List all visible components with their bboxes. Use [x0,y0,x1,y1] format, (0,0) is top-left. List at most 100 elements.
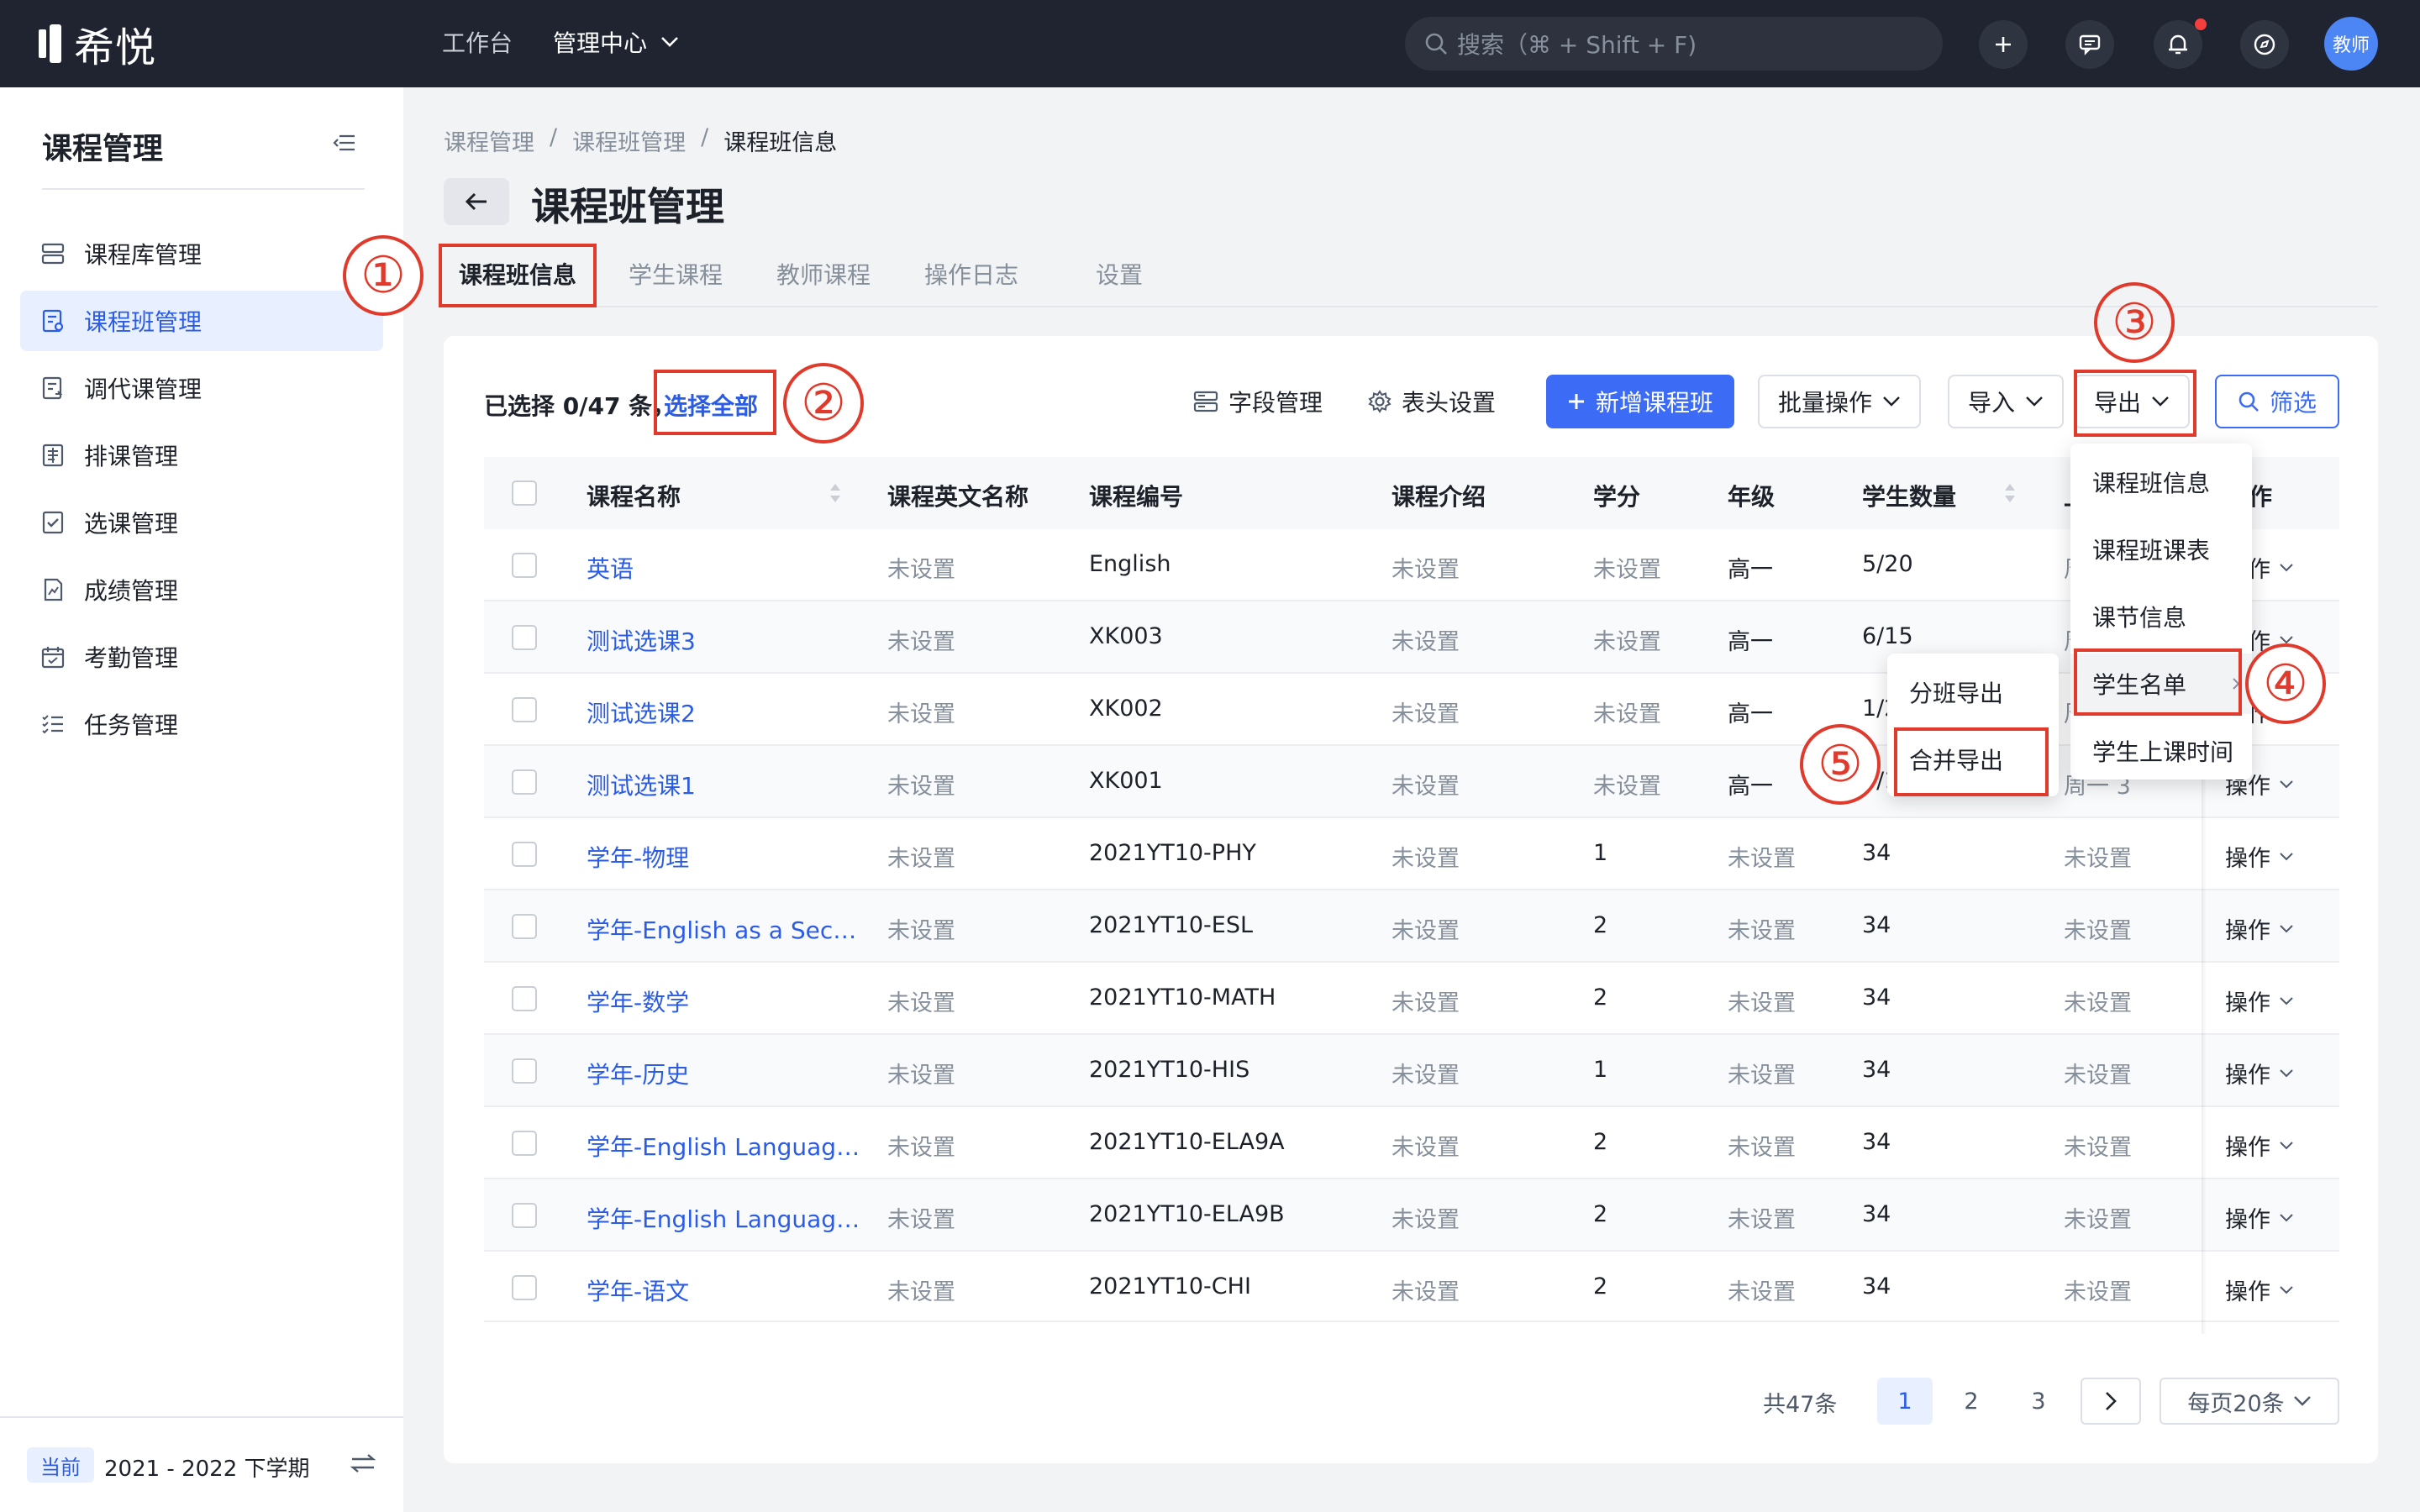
row-checkbox[interactable] [512,1058,537,1084]
top-bar [0,0,2420,87]
sort-icon[interactable] [2003,482,2017,504]
row-actions-dropdown[interactable]: 操作 [2225,1201,2294,1234]
term-switch-button[interactable] [350,1452,376,1475]
page-button-1[interactable]: 1 [1877,1378,1933,1425]
row-checkbox[interactable] [512,625,537,650]
pagination-total: 共47条 [1763,1392,1838,1418]
help-button[interactable] [2240,20,2289,69]
row-checkbox[interactable] [512,842,537,867]
breadcrumb-item[interactable]: 课程班管理 [572,124,686,157]
add-button[interactable] [1979,20,2028,69]
column-header-course-name: 课程名称 [587,483,681,511]
cell-class-time: 未设置 [2064,1279,2132,1305]
cell-course-name[interactable]: 学年-数学 [587,984,689,1018]
cell-credit: 2 [1593,1129,1608,1155]
message-icon [2079,34,2101,55]
cell-grade: 高一 [1728,557,1773,583]
breadcrumb-item[interactable]: 课程管理 [444,124,534,157]
cell-course-name[interactable]: 学年-语文 [587,1273,689,1307]
row-checkbox[interactable] [512,553,537,578]
user-avatar[interactable]: 教师 [2324,17,2378,71]
import-button[interactable]: 导入 [1948,375,2065,428]
page-size-select[interactable]: 每页20条 [2160,1378,2339,1425]
header-settings-button[interactable]: 表头设置 [1368,375,1496,428]
batch-ops-button[interactable]: 批量操作 [1758,375,1922,428]
back-button[interactable] [444,178,509,225]
page-button-3[interactable]: 3 [2011,1378,2066,1425]
cell-intro: 未设置 [1392,629,1460,655]
sidebar-item-tasks[interactable]: 任务管理 [20,694,383,754]
cell-course-name[interactable]: 测试选课3 [587,623,696,657]
field-manage-button[interactable]: 字段管理 [1193,375,1323,428]
row-actions-dropdown[interactable]: 操作 [2225,1273,2294,1306]
sidebar-item-selection[interactable]: 选课管理 [20,492,383,553]
menu-item-export-student-times[interactable]: 学生上课时间 [2070,721,2252,781]
chevron-down-icon [2026,396,2043,407]
tab-bar [444,244,2378,307]
cell-course-name[interactable]: 学年-English Languag… [587,1201,860,1235]
row-checkbox[interactable] [512,1275,537,1300]
course-class-icon [42,309,64,333]
nav-admin-center[interactable]: 管理中心 [553,25,679,59]
row-actions-dropdown[interactable]: 操作 [2225,840,2294,873]
page-button-2[interactable]: 2 [1944,1378,1999,1425]
row-actions-dropdown[interactable]: 操作 [2225,984,2294,1017]
add-course-class-button[interactable]: 新增课程班 [1546,375,1734,428]
cell-student-count: 34 [1862,1057,1891,1083]
sidebar-item-course-class[interactable]: 课程班管理 [20,291,383,351]
tab-operation-log[interactable]: 操作日志 [924,257,1018,291]
row-checkbox[interactable] [512,697,537,722]
menu-item-export-by-class[interactable]: 分班导出 [1887,662,2059,722]
row-actions-dropdown[interactable]: 操作 [2225,1057,2294,1089]
row-checkbox[interactable] [512,914,537,939]
row-actions-dropdown[interactable]: 操作 [2225,912,2294,945]
row-actions-dropdown[interactable]: 操作 [2225,1129,2294,1162]
nav-workbench[interactable]: 工作台 [442,25,513,59]
cell-english-name: 未设置 [887,990,955,1016]
cell-course-name[interactable]: 测试选课2 [587,696,696,729]
sidebar-item-label: 排课管理 [84,443,179,470]
sidebar-item-attendance[interactable]: 考勤管理 [20,627,383,687]
cell-course-name[interactable]: 英语 [587,551,634,585]
row-checkbox[interactable] [512,769,537,795]
cell-credit: 未设置 [1593,629,1661,655]
messages-button[interactable] [2065,20,2114,69]
tab-settings[interactable]: 设置 [1096,257,1143,291]
cell-grade: 未设置 [1728,846,1796,872]
sidebar-collapse-button[interactable] [333,133,356,153]
column-header-credit: 学分 [1593,483,1641,511]
row-checkbox[interactable] [512,1131,537,1156]
plus-icon [1568,394,1584,409]
annotation-number-1: ① [343,235,424,316]
sort-icon[interactable] [829,482,842,504]
logo-text: 希悦 [74,24,157,71]
cell-course-name[interactable]: 学年-历史 [587,1057,689,1090]
sidebar-item-grades[interactable]: 成绩管理 [20,559,383,620]
tab-teacher-courses[interactable]: 教师课程 [776,257,871,291]
term-current-badge: 当前 [27,1447,94,1483]
nav-admin-label: 管理中心 [553,29,648,57]
sidebar-item-course-library[interactable]: 课程库管理 [20,223,383,284]
menu-item-export-lesson-info[interactable]: 课节信息 [2070,586,2252,647]
row-checkbox[interactable] [512,986,537,1011]
cell-course-name[interactable]: 学年-English as a Sec… [587,912,856,946]
cell-course-name[interactable]: 学年-物理 [587,840,689,874]
select-all-checkbox[interactable] [512,480,537,506]
sidebar-item-schedule[interactable]: 排课管理 [20,425,383,486]
row-checkbox[interactable] [512,1203,537,1228]
global-search-input[interactable]: 搜索（⌘ + Shift + F) [1405,17,1943,71]
cell-course-name[interactable]: 测试选课1 [587,768,696,801]
next-page-button[interactable] [2081,1378,2141,1425]
filter-button[interactable]: 筛选 [2215,375,2339,428]
menu-item-export-class-info[interactable]: 课程班信息 [2070,452,2252,512]
tab-student-courses[interactable]: 学生课程 [629,257,723,291]
grades-icon [44,578,63,601]
menu-item-export-class-timetable[interactable]: 课程班课表 [2070,519,2252,580]
sidebar-item-substitute[interactable]: 调代课管理 [20,358,383,418]
annotation-box-5 [1894,727,2049,796]
sidebar-title: 课程管理 [42,132,164,166]
app-logo[interactable]: 希悦 [39,18,156,71]
chevron-down-icon [2280,780,2293,788]
cell-course-name[interactable]: 学年-English Languag… [587,1129,860,1163]
substitute-icon [42,376,63,400]
